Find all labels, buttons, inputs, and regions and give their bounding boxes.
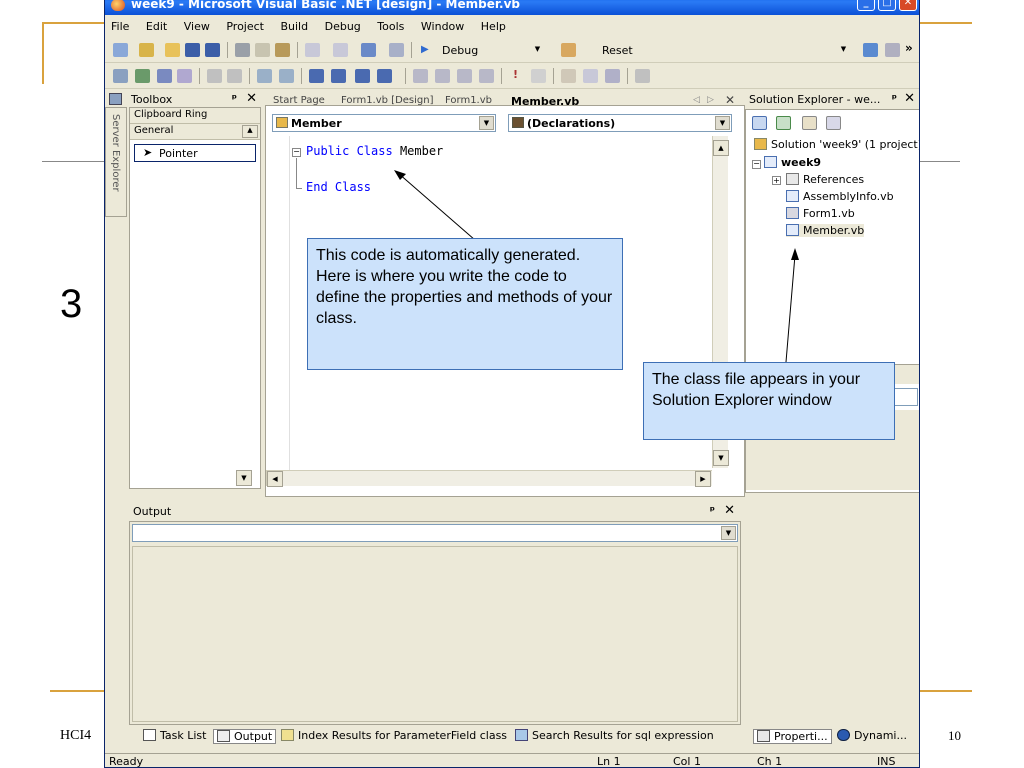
arrow-head — [791, 248, 799, 260]
explorer-callout-arrow — [785, 254, 796, 363]
code-callout: This code is automatically generated. He… — [307, 238, 623, 370]
explorer-callout: The class file appears in your Solution … — [643, 362, 895, 440]
code-callout-arrow — [397, 172, 476, 241]
